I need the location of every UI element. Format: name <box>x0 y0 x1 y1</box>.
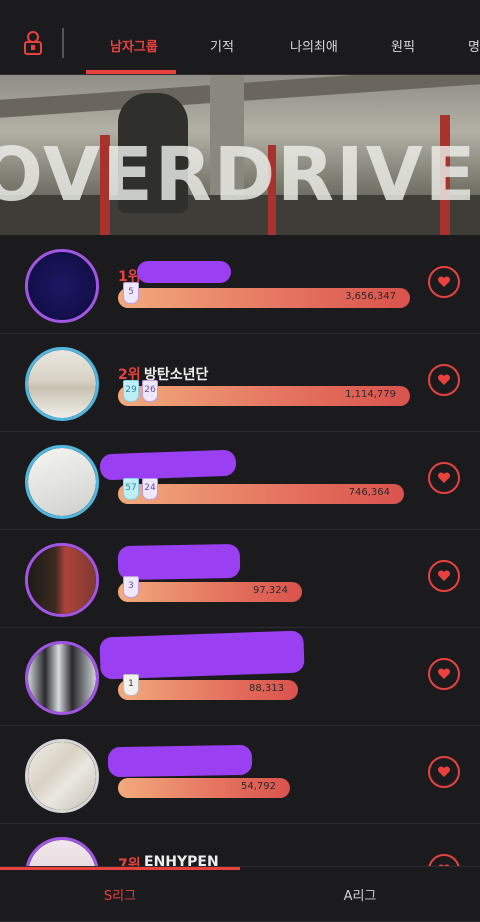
vote-heart-button[interactable] <box>428 658 460 690</box>
tab-one-pick[interactable]: 원픽 <box>391 36 415 55</box>
tab-s-league[interactable]: S리그 <box>0 885 240 904</box>
vote-count: 3,656,347 <box>345 291 396 302</box>
banner-title: OVERDRIVE <box>0 132 478 218</box>
badge: 1 <box>123 674 139 696</box>
ranking-row[interactable]: 54,792 <box>0 726 480 824</box>
tab-my-favorite[interactable]: 나의최애 <box>290 36 338 55</box>
vote-heart-button[interactable] <box>428 756 460 788</box>
tab-miracle[interactable]: 기적 <box>210 36 234 55</box>
vote-progress-bar: 3 97,324 <box>118 576 302 602</box>
vote-progress-bar: 29 26 1,114,779 <box>118 380 410 406</box>
vote-progress-bar: 5 3,656,347 <box>118 282 410 308</box>
heart-icon <box>437 374 451 385</box>
ranking-row[interactable]: 57 24 746,364 <box>0 432 480 530</box>
vote-progress-bar: 57 24 746,364 <box>118 478 404 504</box>
vote-heart-button[interactable] <box>428 462 460 494</box>
vote-count: 1,114,779 <box>345 389 396 400</box>
badge: 5 <box>123 282 139 304</box>
avatar <box>25 347 99 421</box>
vote-progress-bar: 1 88,313 <box>118 674 298 700</box>
badge: 57 <box>123 478 139 500</box>
tab-a-league[interactable]: A리그 <box>240 885 480 904</box>
heart-icon <box>437 472 451 483</box>
promo-banner[interactable]: OVERDRIVE <box>0 75 480 235</box>
redaction-mark <box>99 449 237 481</box>
heart-icon <box>437 766 451 777</box>
avatar <box>25 543 99 617</box>
heart-icon <box>437 276 451 287</box>
vote-count: 54,792 <box>241 781 276 792</box>
badge: 29 <box>123 380 139 402</box>
badge: 26 <box>142 380 158 402</box>
avatar <box>25 641 99 715</box>
tab-hall-of-fame[interactable]: 명 <box>468 36 480 55</box>
tab-male-groups[interactable]: 남자그룹 <box>110 36 158 55</box>
vote-count: 97,324 <box>253 585 288 596</box>
app-logo-icon[interactable] <box>22 30 44 56</box>
active-league-indicator <box>0 867 240 870</box>
badge: 3 <box>123 576 139 598</box>
active-tab-indicator <box>86 70 176 74</box>
redaction-mark <box>99 630 305 680</box>
divider <box>62 28 64 58</box>
league-tab-bar: S리그 A리그 <box>0 866 480 917</box>
vote-progress-bar: 54,792 <box>118 778 290 798</box>
redaction-mark <box>117 543 241 581</box>
redaction-mark <box>107 744 253 778</box>
ranking-row[interactable]: 2위 방탄소년단 29 26 1,114,779 <box>0 334 480 432</box>
redaction-mark <box>137 261 231 283</box>
avatar <box>25 249 99 323</box>
vote-heart-button[interactable] <box>428 364 460 396</box>
ranking-row[interactable]: 1위 5 3,656,347 <box>0 236 480 334</box>
heart-icon <box>437 570 451 581</box>
vote-heart-button[interactable] <box>428 266 460 298</box>
ranking-row[interactable]: 3 97,324 <box>0 530 480 628</box>
vote-count: 746,364 <box>348 487 390 498</box>
avatar <box>25 445 99 519</box>
ranking-row[interactable]: 1 88,313 <box>0 628 480 726</box>
heart-icon <box>437 668 451 679</box>
avatar <box>25 739 99 813</box>
vote-heart-button[interactable] <box>428 560 460 592</box>
top-tab-bar: 남자그룹 기적 나의최애 원픽 명 <box>0 0 480 75</box>
badge: 24 <box>142 478 158 500</box>
vote-count: 88,313 <box>249 683 284 694</box>
